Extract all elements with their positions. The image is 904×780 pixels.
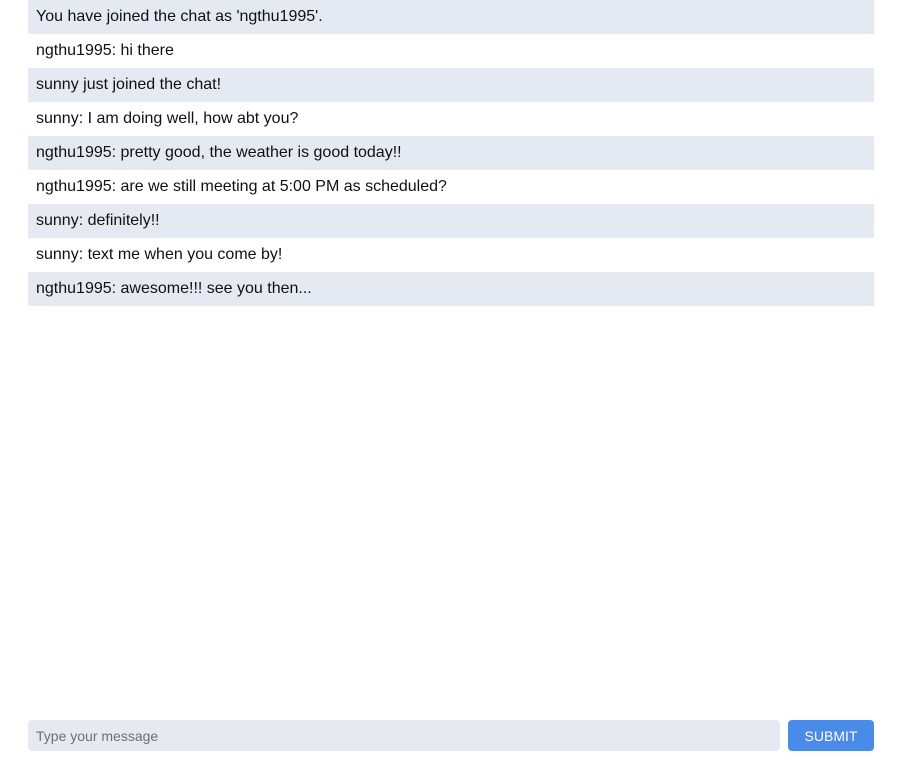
message-item: sunny just joined the chat! [28, 68, 874, 102]
submit-button[interactable]: SUBMIT [788, 720, 874, 751]
message-item: sunny: text me when you come by! [36, 246, 283, 263]
message-item: sunny: I am doing well, how abt you? [36, 110, 299, 127]
message-item: You have joined the chat as 'ngthu1995'. [28, 0, 874, 34]
message-item: ngthu1995: pretty good, the weather is g… [28, 136, 874, 170]
message-form: SUBMIT [28, 720, 874, 751]
message-list: You have joined the chat as 'ngthu1995'.… [28, 0, 874, 306]
message-item: ngthu1995: hi there [36, 42, 174, 59]
message-input[interactable] [28, 720, 780, 751]
message-item: ngthu1995: are we still meeting at 5:00 … [36, 178, 447, 195]
message-item: ngthu1995: awesome!!! see you then... [28, 272, 874, 306]
message-item: sunny: definitely!! [28, 204, 874, 238]
chat-app: You have joined the chat as 'ngthu1995'.… [0, 0, 904, 780]
